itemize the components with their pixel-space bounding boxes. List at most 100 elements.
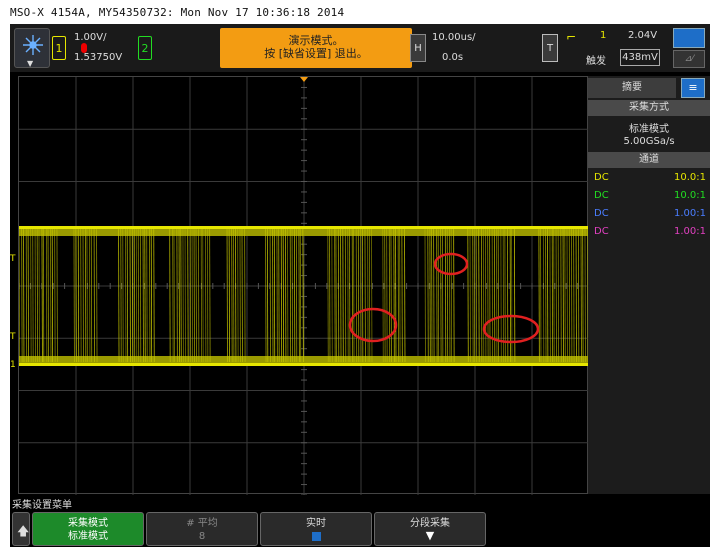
channel-probe-ratio: 1.00:1 xyxy=(674,226,706,237)
waveform-edge xyxy=(189,228,192,363)
waveform-edge xyxy=(390,228,392,363)
waveform-edge xyxy=(302,228,304,363)
rising-edge-icon: ⌐ xyxy=(566,30,577,44)
channel-probe-ratio: 10.0:1 xyxy=(674,172,706,183)
cursor-marker-icon xyxy=(81,43,87,53)
waveform-edge xyxy=(538,228,540,363)
waveform-edge xyxy=(77,228,80,363)
waveform-edge xyxy=(266,228,269,363)
waveform-edge xyxy=(473,228,476,363)
waveform-edge xyxy=(441,228,444,363)
measure-icon[interactable]: ⊿⁄ xyxy=(673,50,705,68)
waveform-edge xyxy=(30,228,32,363)
waveform-edge xyxy=(265,228,267,363)
waveform-edge xyxy=(86,228,88,363)
segmented-softkey[interactable]: 分段采集 ▼ xyxy=(374,512,486,546)
display-window-icon[interactable] xyxy=(673,28,705,48)
waveform-edge xyxy=(244,228,246,363)
waveform-edge xyxy=(27,228,29,363)
waveform-edge xyxy=(489,228,491,363)
ch1-scale: 1.00V/ xyxy=(74,32,107,43)
waveform-edge xyxy=(182,228,184,363)
waveform-edge xyxy=(444,228,447,363)
waveform-edge xyxy=(233,228,235,363)
waveform-edge xyxy=(546,228,549,363)
channel-1-button[interactable]: 1 xyxy=(52,36,66,60)
waveform-edge xyxy=(340,228,342,363)
trigger-value-box[interactable]: 438mV xyxy=(620,49,660,66)
waveform-edge xyxy=(272,228,274,363)
summary-tab[interactable]: 摘要 xyxy=(588,78,676,98)
waveform-edge xyxy=(180,228,182,363)
summary-panel: 摘要 ≡ 采集方式 标准模式 5.00GSa/s 通道 DC 10.0:1 DC 10… xyxy=(588,76,710,494)
waveform-edge xyxy=(209,228,211,363)
waveform-edge xyxy=(282,228,285,363)
trigger-button[interactable]: T xyxy=(542,34,558,62)
waveform-edge xyxy=(172,228,174,363)
waveform-edge xyxy=(342,228,344,363)
waveform-edge xyxy=(446,228,449,363)
averages-softkey[interactable]: # 平均 8 xyxy=(146,512,258,546)
waveform-edge xyxy=(582,228,584,363)
softkey-bar: 🡅 采集模式 标准模式 # 平均 8 实时 分段采集 ▼ xyxy=(10,512,710,547)
realtime-softkey[interactable]: 实时 xyxy=(260,512,372,546)
waveform-edge xyxy=(126,228,129,363)
waveform-edge xyxy=(125,228,127,363)
waveform-edge xyxy=(566,228,568,363)
waveform-edge xyxy=(276,228,278,363)
waveform-edge xyxy=(169,228,171,363)
channel-coupling: DC xyxy=(594,190,609,201)
horizontal-button[interactable]: H xyxy=(410,34,426,62)
waveform-edge xyxy=(50,228,52,363)
waveform-edge xyxy=(353,228,355,363)
waveform-edge xyxy=(93,228,95,363)
list-icon[interactable]: ≡ xyxy=(681,78,705,98)
channel-2-button[interactable]: 2 xyxy=(138,36,152,60)
waveform-edge xyxy=(178,228,180,363)
waveform-edge xyxy=(493,228,496,363)
waveform-edge xyxy=(344,228,347,363)
trigger-position-marker xyxy=(300,77,308,82)
main-menu-button[interactable]: ▼ xyxy=(14,28,50,68)
waveform-edge xyxy=(551,228,554,363)
waveform-edge xyxy=(542,228,545,363)
waveform-edge xyxy=(285,228,287,363)
acq-mode-softkey[interactable]: 采集模式 标准模式 xyxy=(32,512,144,546)
down-arrow-icon: ▼ xyxy=(425,529,435,542)
waveform-edge xyxy=(424,228,426,363)
ch1-offset: 1.53750V xyxy=(74,52,123,63)
waveform-edge xyxy=(427,228,429,363)
waveform-edge xyxy=(54,228,56,363)
back-button[interactable]: 🡅 xyxy=(12,512,30,546)
agilent-spark-icon xyxy=(23,35,43,55)
waveform-edge xyxy=(131,228,134,363)
waveform-edge xyxy=(197,228,200,363)
waveform-edge xyxy=(36,228,39,363)
waveform-edge xyxy=(388,228,391,363)
waveform-edge xyxy=(393,228,395,363)
waveform-edge xyxy=(404,228,406,363)
waveform-edge xyxy=(204,228,207,363)
waveform-edge xyxy=(200,228,203,363)
waveform-edge xyxy=(73,228,75,363)
waveform-edge xyxy=(564,228,566,363)
delay: 0.0s xyxy=(442,52,464,63)
waveform-edge xyxy=(485,228,487,363)
trigger-label: 触发 xyxy=(586,56,606,67)
waveform-edge xyxy=(568,228,571,363)
waveform-edge xyxy=(273,228,276,363)
checkbox-icon xyxy=(311,532,321,541)
waveform-edge xyxy=(555,228,557,363)
waveform-edge xyxy=(472,228,474,363)
waveform-edge xyxy=(144,228,146,363)
waveform-edge xyxy=(360,228,362,363)
waveform-edge xyxy=(469,228,471,363)
waveform-edge xyxy=(45,228,48,363)
waveform-edge xyxy=(386,228,388,363)
waveform-edge xyxy=(47,228,49,363)
waveform-edge xyxy=(437,228,440,363)
waveform-edge xyxy=(139,228,142,363)
waveform-edge xyxy=(401,228,403,363)
demo-mode-message: 演示模式。 按 [缺省设置] 退出。 xyxy=(220,28,412,68)
waveform-edge xyxy=(436,228,438,363)
